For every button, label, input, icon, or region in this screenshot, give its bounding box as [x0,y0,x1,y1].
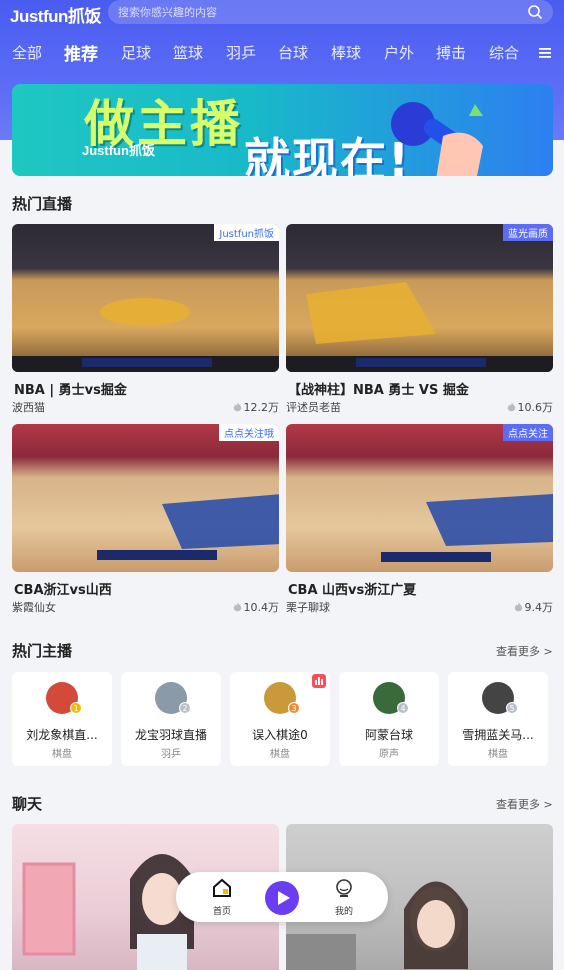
streamers-more-link[interactable]: 查看更多 > [496,643,553,659]
rank-badge: 2 [179,702,191,714]
tab-outdoor[interactable]: 户外 [384,42,414,63]
rank-badge: 4 [397,702,409,714]
search-icon[interactable] [527,4,543,20]
live-title: CBA 山西vs浙江广夏 [288,583,417,598]
nav-mine-label: 我的 [334,907,353,917]
live-author: 评述员老苗 [286,401,341,414]
live-card[interactable]: 点点关注 CBA 山西vs浙江广夏 栗子聊球 9.4万 [286,424,553,614]
live-thumbnail: 点点关注 [286,424,553,572]
top-bar: Justfun抓饭 [0,0,564,28]
view-count: 10.4万 [243,601,280,614]
menu-icon[interactable] [538,46,552,60]
basketball-court-image [12,298,279,372]
stream-tag: Justfun抓饭 [214,224,279,241]
live-thumbnail: Justfun抓饭 [12,224,279,372]
streamer-category: 棋盘 [270,749,290,760]
live-author: 栗子聊球 [286,601,330,614]
live-thumbnail: 点点关注哦 [12,424,279,572]
streamer-category: 原声 [379,749,399,760]
streamer-list: 1 刘龙象棋直... 棋盘 2 龙宝羽球直播 羽乒 3 误入棋途0 棋盘 4 阿… [12,672,564,766]
chat-title: 聊天 [12,795,43,813]
streamer-category: 羽乒 [161,749,181,760]
tab-football[interactable]: 足球 [121,42,151,63]
streamer-card[interactable]: 5 雪拥蓝关马... 棋盘 [448,672,548,766]
play-icon [278,891,290,905]
live-indicator-icon [312,674,326,688]
streamer-name: 龙宝羽球直播 [134,728,207,742]
streamer-category: 棋盘 [488,749,508,760]
fire-icon [514,602,522,612]
streamer-card[interactable]: 1 刘龙象棋直... 棋盘 [12,672,112,766]
rank-badge: 3 [288,702,300,714]
streamer-card[interactable]: 4 阿蒙台球 原声 [339,672,439,766]
live-views: 10.6万 [507,399,554,415]
view-count: 12.2万 [243,401,280,414]
live-views: 9.4万 [514,599,554,615]
microphone-icon [391,102,483,176]
promo-banner[interactable]: 做主播 就现在! Justfun抓饭 [12,84,553,176]
streamer-name: 刘龙象棋直... [26,728,98,742]
basketball-court-image [286,282,553,372]
fire-icon [233,602,241,612]
live-views: 12.2万 [233,399,280,415]
streamer-category: 棋盘 [52,749,72,760]
fire-icon [507,402,515,412]
bottom-navigation: 首页 我的 [176,872,388,922]
live-author: 波西猫 [12,401,45,414]
stream-tag: 蓝光画质 [503,224,553,241]
nav-mine[interactable]: 我的 [324,878,364,917]
tab-billiards[interactable]: 台球 [278,42,308,63]
tab-basketball[interactable]: 篮球 [173,42,203,63]
search-bar[interactable] [108,0,553,24]
fire-icon [233,402,241,412]
start-live-button[interactable] [265,881,299,915]
app-logo: Justfun抓饭 [10,7,101,26]
live-title: CBA浙江vs山西 [14,583,112,598]
tab-all[interactable]: 全部 [12,42,42,63]
nav-home[interactable]: 首页 [202,878,242,917]
search-input[interactable] [118,5,508,19]
live-title: 【战神柱】NBA 勇士 VS 掘金 [288,383,469,398]
basketball-court-image [97,494,279,560]
tab-recommended[interactable]: 推荐 [64,40,98,65]
banner-logo: Justfun抓饭 [82,143,155,158]
category-tabs: 全部 推荐 足球 篮球 羽乒 台球 棒球 户外 搏击 综合 [0,36,564,70]
rank-badge: 5 [506,702,518,714]
basketball-court-image [381,494,553,562]
view-count: 10.6万 [517,401,554,414]
live-card[interactable]: Justfun抓饭 NBA | 勇士vs掘金 波西猫 12.2万 [12,224,279,414]
hot-streamers-title: 热门主播 [12,642,73,660]
chat-more-link[interactable]: 查看更多 > [496,796,553,812]
streamer-name: 雪拥蓝关马... [462,728,534,742]
stream-tag: 点点关注哦 [219,424,279,441]
streamer-name: 误入棋途0 [252,728,308,742]
tab-baseball[interactable]: 棒球 [331,42,361,63]
rank-badge: 1 [70,702,82,714]
tab-general[interactable]: 综合 [489,42,519,63]
stream-tag: 点点关注 [503,424,553,441]
view-count: 9.4万 [524,601,554,614]
live-thumbnail: 蓝光画质 [286,224,553,372]
streamer-card[interactable]: 2 龙宝羽球直播 羽乒 [121,672,221,766]
tab-combat[interactable]: 搏击 [436,42,466,63]
home-icon [213,878,231,897]
live-card[interactable]: 点点关注哦 CBA浙江vs山西 紫霞仙女 10.4万 [12,424,279,614]
profile-icon [336,879,352,897]
nav-home-label: 首页 [212,907,231,917]
live-views: 10.4万 [233,599,280,615]
hot-live-title: 热门直播 [12,195,73,213]
tab-badminton-pingpong[interactable]: 羽乒 [226,42,256,63]
live-card[interactable]: 蓝光画质 【战神柱】NBA 勇士 VS 掘金 评述员老苗 10.6万 [286,224,553,414]
live-author: 紫霞仙女 [12,601,56,614]
live-title: NBA | 勇士vs掘金 [14,383,127,398]
streamer-name: 阿蒙台球 [364,728,413,742]
